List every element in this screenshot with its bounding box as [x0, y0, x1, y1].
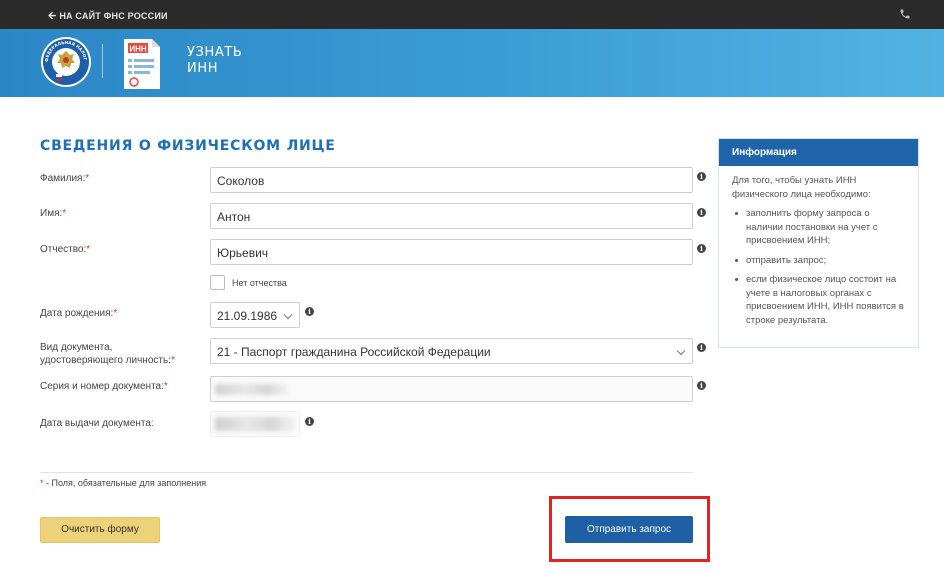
page-title: УЗНАТЬ ИНН [187, 45, 242, 77]
info-panel-heading: Информация [719, 139, 918, 166]
doc-type-select[interactable]: 21 - Паспорт гражданина Российской Федер… [210, 338, 693, 364]
birth-date-info-icon[interactable]: i [305, 307, 314, 316]
patronymic-input[interactable]: Юрьевич [210, 239, 693, 265]
back-link-label: НА САЙТ ФНС РОССИИ [59, 11, 168, 21]
info-list-item: заполнить форму запроса о наличии постан… [732, 207, 905, 248]
name-input[interactable]: Антон [210, 203, 693, 229]
doc-type-value: 21 - Паспорт гражданина Российской Федер… [217, 345, 491, 359]
chevron-down-icon [676, 346, 686, 356]
clear-form-button[interactable]: Очистить форму [40, 517, 160, 543]
doc-number-info-icon[interactable]: i [697, 381, 706, 390]
phone-icon[interactable] [899, 8, 911, 20]
doc-number-label: Серия и номер документа:* [40, 381, 168, 392]
doc-number-input[interactable] [210, 376, 693, 402]
redacted-value [215, 384, 289, 395]
arrow-left-icon: 🡨 [48, 11, 57, 22]
name-label: Имя:* [40, 208, 67, 219]
surname-input[interactable]: Соколов [210, 167, 693, 193]
info-list: заполнить форму запроса о наличии постан… [732, 207, 905, 327]
redacted-value [215, 417, 295, 431]
birth-date-label: Дата рождения:* [40, 308, 118, 319]
info-panel: Информация Для того, чтобы узнать ИНН фи… [718, 138, 919, 348]
chevron-down-icon [283, 310, 293, 320]
back-to-fns-link[interactable]: 🡨 НА САЙТ ФНС РОССИИ [48, 9, 168, 26]
info-list-item: если физическое лицо состоит на учете в … [732, 273, 905, 327]
issue-date-picker[interactable] [210, 411, 300, 437]
info-list-item: отправить запрос; [732, 254, 905, 268]
fns-emblem-logo[interactable]: ФЕДЕРАЛЬНАЯ НАЛОГОВАЯ СЛУЖБА [40, 36, 92, 88]
inn-document-icon: ИНН [124, 39, 160, 89]
page-title-line2: ИНН [187, 61, 219, 76]
required-fields-note: * - Поля, обязательные для заполнения [40, 478, 207, 488]
issue-date-label: Дата выдачи документа: [40, 418, 154, 429]
no-patronymic-label: Нет отчества [232, 278, 287, 288]
surname-info-icon[interactable]: i [697, 172, 706, 181]
birth-date-value: 21.09.1986 [217, 309, 278, 323]
no-patronymic-checkbox[interactable] [210, 275, 225, 290]
submit-request-button[interactable]: Отправить запрос [565, 516, 693, 543]
surname-label: Фамилия:* [40, 173, 90, 184]
issue-date-info-icon[interactable]: i [305, 417, 314, 426]
patronymic-label: Отчество:* [40, 244, 91, 255]
page-title-line1: УЗНАТЬ [187, 45, 243, 60]
form-section-title: СВЕДЕНИЯ О ФИЗИЧЕСКОМ ЛИЦЕ [40, 138, 336, 154]
top-bar: 🡨 НА САЙТ ФНС РОССИИ [0, 0, 944, 29]
doc-type-label: Вид документа, удостоверяющего личность:… [40, 342, 175, 366]
info-intro: Для того, чтобы узнать ИНН физического л… [732, 175, 871, 200]
inn-icon-text: ИНН [129, 45, 147, 54]
patronymic-info-icon[interactable]: i [697, 244, 706, 253]
doc-type-info-icon[interactable]: i [697, 343, 706, 352]
name-info-icon[interactable]: i [697, 208, 706, 217]
birth-date-picker[interactable]: 21.09.1986 [210, 302, 300, 328]
form-divider [40, 472, 693, 473]
banner-divider [102, 44, 103, 78]
